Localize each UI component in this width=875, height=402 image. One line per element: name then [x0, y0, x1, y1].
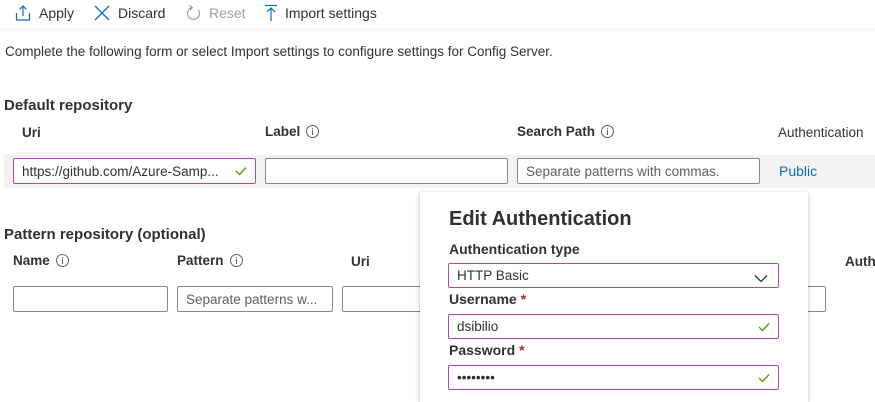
reset-button[interactable]: Reset [186, 0, 246, 26]
username-label: Username * [449, 291, 527, 307]
column-authentication: Auth [845, 254, 875, 269]
column-name: Name [13, 253, 69, 268]
edit-authentication-panel: Edit Authentication Authentication type … [420, 192, 808, 402]
info-icon[interactable] [306, 125, 320, 138]
pattern-repository-title: Pattern repository (optional) [4, 226, 206, 243]
command-bar: Apply Discard Reset Import settings [0, 0, 875, 30]
search-path-placeholder: Separate patterns with commas. [526, 163, 720, 179]
column-uri: Uri [22, 125, 41, 140]
column-label: Label [265, 124, 320, 139]
intro-text: Complete the following form or select Im… [5, 44, 553, 59]
discard-button[interactable]: Discard [93, 0, 165, 26]
uri-value: https://github.com/Azure-Samp... [22, 163, 219, 179]
column-pattern: Pattern [177, 253, 243, 268]
import-icon [264, 4, 278, 22]
required-marker: * [519, 342, 525, 358]
import-settings-label: Import settings [285, 5, 377, 21]
authentication-type-dropdown[interactable]: HTTP Basic [448, 263, 779, 288]
checkmark-icon [758, 373, 770, 383]
apply-button[interactable]: Apply [14, 0, 74, 26]
refresh-icon [186, 4, 202, 22]
close-icon [93, 4, 111, 22]
column-uri: Uri [351, 254, 370, 269]
checkmark-icon [758, 322, 770, 332]
username-value: dsibilio [457, 319, 499, 334]
uri-input[interactable]: https://github.com/Azure-Samp... [13, 158, 256, 184]
authentication-type-value: HTTP Basic [457, 268, 529, 283]
pattern-input[interactable]: Separate patterns w... [177, 286, 333, 312]
required-marker: * [520, 291, 527, 307]
panel-title: Edit Authentication [449, 208, 632, 230]
pattern-uri-input[interactable] [342, 286, 432, 312]
chevron-down-icon [754, 271, 768, 286]
pattern-name-input[interactable] [13, 286, 168, 312]
reset-label: Reset [209, 5, 246, 21]
label-input[interactable] [265, 158, 508, 184]
column-authentication: Authentication [778, 125, 864, 140]
column-search-path: Search Path [517, 124, 615, 139]
pattern-placeholder: Separate patterns w... [186, 291, 318, 307]
apply-label: Apply [39, 5, 75, 21]
password-value: •••••••• [457, 370, 495, 385]
checkmark-icon [235, 166, 247, 176]
discard-label: Discard [118, 5, 166, 21]
password-input[interactable]: •••••••• [448, 365, 779, 390]
upload-icon [14, 4, 32, 22]
info-icon[interactable] [601, 125, 615, 138]
default-repository-title: Default repository [4, 97, 133, 114]
import-settings-button[interactable]: Import settings [264, 0, 377, 26]
info-icon[interactable] [55, 254, 69, 267]
authentication-type-label: Authentication type [449, 241, 580, 257]
info-icon[interactable] [229, 254, 243, 267]
authentication-public-link[interactable]: Public [779, 163, 817, 179]
username-input[interactable]: dsibilio [448, 314, 779, 339]
password-label: Password * [449, 342, 525, 358]
search-path-input[interactable]: Separate patterns with commas. [517, 158, 760, 184]
